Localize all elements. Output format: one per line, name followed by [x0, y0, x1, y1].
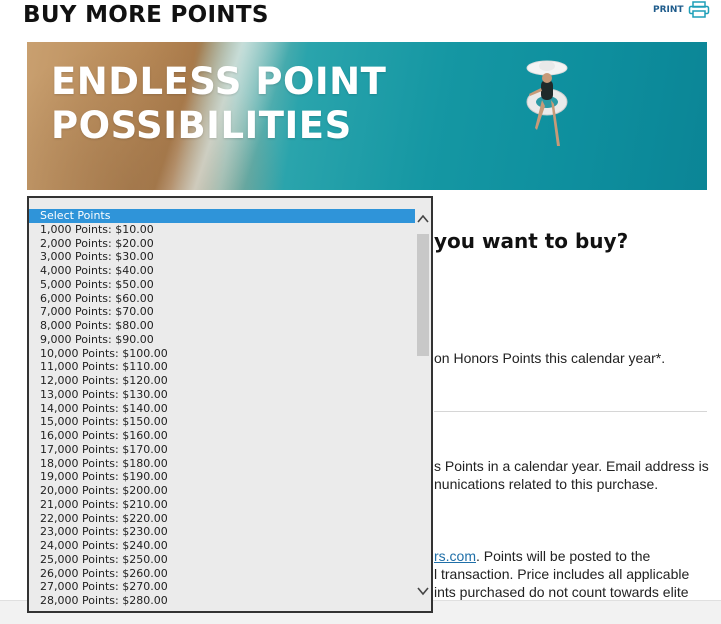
chevron-up-icon[interactable]: [415, 210, 431, 228]
elite-info-text: ints purchased do not count towards elit…: [434, 584, 689, 600]
swimmer-on-float-image: [526, 60, 568, 146]
points-option[interactable]: 23,000 Points: $230.00: [29, 525, 415, 539]
purchase-question-heading: you want to buy?: [434, 229, 629, 253]
points-option[interactable]: 24,000 Points: $240.00: [29, 539, 415, 553]
points-select-dropdown[interactable]: Select Points 1,000 Points: $10.00 2,000 P…: [27, 196, 433, 613]
transaction-info-text: l transaction. Price includes all applic…: [434, 566, 690, 582]
honors-site-link[interactable]: rs.com: [434, 548, 476, 564]
hero-headline: ENDLESS POINT POSSIBILITIES: [51, 60, 386, 148]
section-divider: [434, 411, 707, 412]
points-option[interactable]: 14,000 Points: $140.00: [29, 402, 415, 416]
points-option[interactable]: 21,000 Points: $210.00: [29, 498, 415, 512]
print-label: PRINT: [653, 4, 684, 15]
points-option[interactable]: 22,000 Points: $220.00: [29, 512, 415, 526]
points-option[interactable]: 9,000 Points: $90.00: [29, 333, 415, 347]
chevron-down-icon[interactable]: [415, 582, 431, 600]
print-link[interactable]: PRINT: [653, 1, 710, 18]
hero-line-2: POSSIBILITIES: [51, 104, 352, 147]
points-option[interactable]: 5,000 Points: $50.00: [29, 278, 415, 292]
points-option-list: Select Points 1,000 Points: $10.00 2,000 P…: [29, 209, 415, 608]
points-option[interactable]: 15,000 Points: $150.00: [29, 415, 415, 429]
points-option[interactable]: 10,000 Points: $100.00: [29, 347, 415, 361]
option-select-points[interactable]: Select Points: [29, 209, 415, 223]
points-option[interactable]: 27,000 Points: $270.00: [29, 580, 415, 594]
hero-line-1: ENDLESS POINT: [51, 60, 387, 103]
posting-info-suffix: . Points will be posted to the: [476, 548, 651, 564]
points-option[interactable]: 4,000 Points: $40.00: [29, 264, 415, 278]
points-option[interactable]: 26,000 Points: $260.00: [29, 567, 415, 581]
scrollbar-thumb[interactable]: [417, 234, 429, 356]
points-option[interactable]: 18,000 Points: $180.00: [29, 457, 415, 471]
points-option[interactable]: 17,000 Points: $170.00: [29, 443, 415, 457]
points-option[interactable]: 25,000 Points: $250.00: [29, 553, 415, 567]
dropdown-scrollbar[interactable]: [415, 198, 431, 611]
points-option[interactable]: 7,000 Points: $70.00: [29, 305, 415, 319]
points-option[interactable]: 16,000 Points: $160.00: [29, 429, 415, 443]
points-option[interactable]: 12,000 Points: $120.00: [29, 374, 415, 388]
points-option[interactable]: 3,000 Points: $30.00: [29, 250, 415, 264]
points-option[interactable]: 6,000 Points: $60.00: [29, 292, 415, 306]
printer-icon: [688, 1, 710, 18]
posting-info-text: rs.com. Points will be posted to the: [434, 548, 650, 564]
points-option[interactable]: 8,000 Points: $80.00: [29, 319, 415, 333]
points-option[interactable]: 2,000 Points: $20.00: [29, 237, 415, 251]
page-title: BUY MORE POINTS: [23, 2, 269, 28]
points-option[interactable]: 20,000 Points: $200.00: [29, 484, 415, 498]
hero-banner: ENDLESS POINT POSSIBILITIES: [27, 42, 707, 190]
purchase-limit-text: on Honors Points this calendar year*.: [434, 350, 666, 366]
points-option[interactable]: 11,000 Points: $110.00: [29, 360, 415, 374]
email-info-text-1: s Points in a calendar year. Email addre…: [434, 458, 709, 474]
points-option[interactable]: 1,000 Points: $10.00: [29, 223, 415, 237]
points-option[interactable]: 19,000 Points: $190.00: [29, 470, 415, 484]
points-option[interactable]: 13,000 Points: $130.00: [29, 388, 415, 402]
email-info-text-2: nunications related to this purchase.: [434, 476, 659, 492]
points-option[interactable]: 28,000 Points: $280.00: [29, 594, 415, 608]
